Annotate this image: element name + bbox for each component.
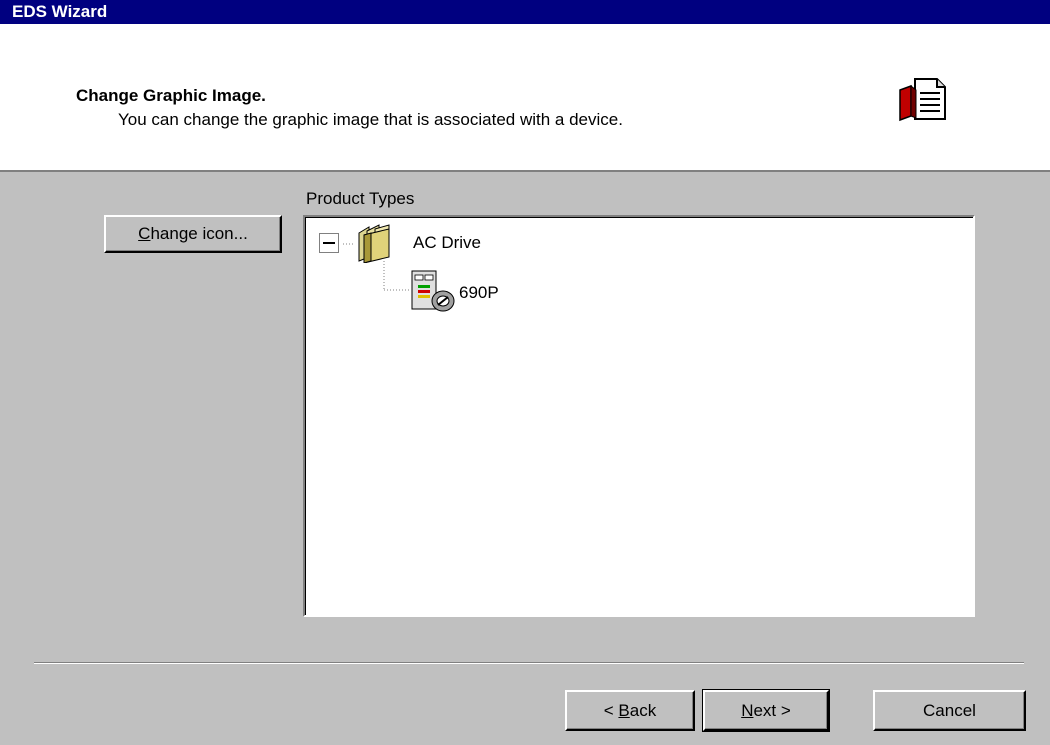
document-icon [899, 78, 946, 122]
tree-collapse-toggle[interactable] [319, 233, 339, 253]
footer-separator [34, 662, 1024, 664]
tree-node-label: AC Drive [413, 233, 482, 252]
page-subtitle: You can change the graphic image that is… [118, 110, 623, 129]
tree-node-690p[interactable]: 690P [409, 267, 559, 315]
window-title: EDS Wizard [0, 0, 1050, 24]
next-button[interactable]: Next > [702, 689, 830, 732]
tree-node-label: 690P [459, 283, 499, 302]
change-icon-button[interactable]: Change icon... [104, 215, 282, 253]
wizard-header: Change Graphic Image. You can change the… [0, 24, 1050, 172]
folder-group-icon [358, 224, 390, 263]
product-types-tree[interactable]: AC Drive 690P [303, 215, 975, 617]
cancel-button[interactable]: Cancel [873, 690, 1026, 731]
page-title: Change Graphic Image. [76, 86, 266, 105]
back-button[interactable]: < Back [565, 690, 695, 731]
product-types-label: Product Types [306, 189, 415, 208]
tree-node-ac-drive[interactable]: AC Drive [355, 223, 525, 263]
drive-device-icon [411, 270, 455, 312]
